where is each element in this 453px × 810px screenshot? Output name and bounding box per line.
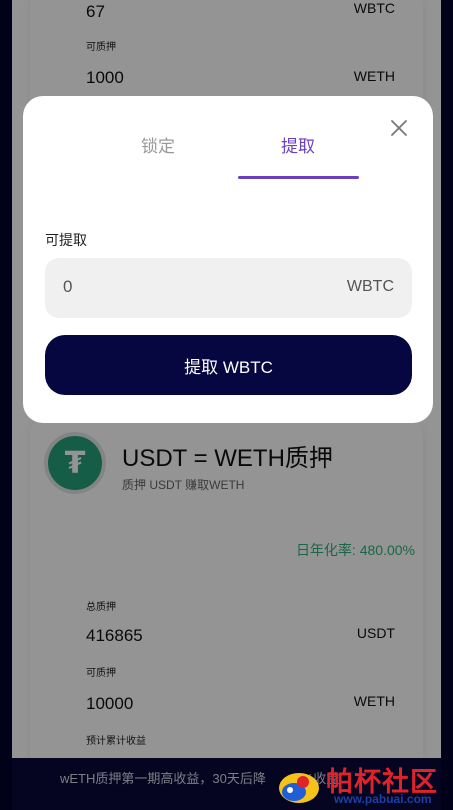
tab-lock[interactable]: 锁定 — [141, 132, 175, 157]
tab-withdraw[interactable]: 提取 — [281, 132, 315, 157]
watermark-logo-icon — [279, 773, 319, 803]
withdraw-modal: 锁定 提取 可提取 WBTC 提取 WBTC — [23, 96, 433, 423]
community-watermark: 帕杯社区 www.pabuai.com — [276, 760, 448, 808]
close-icon[interactable] — [389, 118, 409, 138]
withdraw-button[interactable]: 提取 WBTC — [45, 335, 412, 395]
watermark-url: www.pabuai.com — [334, 792, 432, 806]
amount-input[interactable] — [63, 277, 303, 297]
active-tab-indicator — [238, 176, 359, 179]
withdrawable-label: 可提取 — [45, 232, 87, 248]
amount-unit: WBTC — [346, 278, 394, 295]
amount-field[interactable]: WBTC — [45, 258, 412, 318]
